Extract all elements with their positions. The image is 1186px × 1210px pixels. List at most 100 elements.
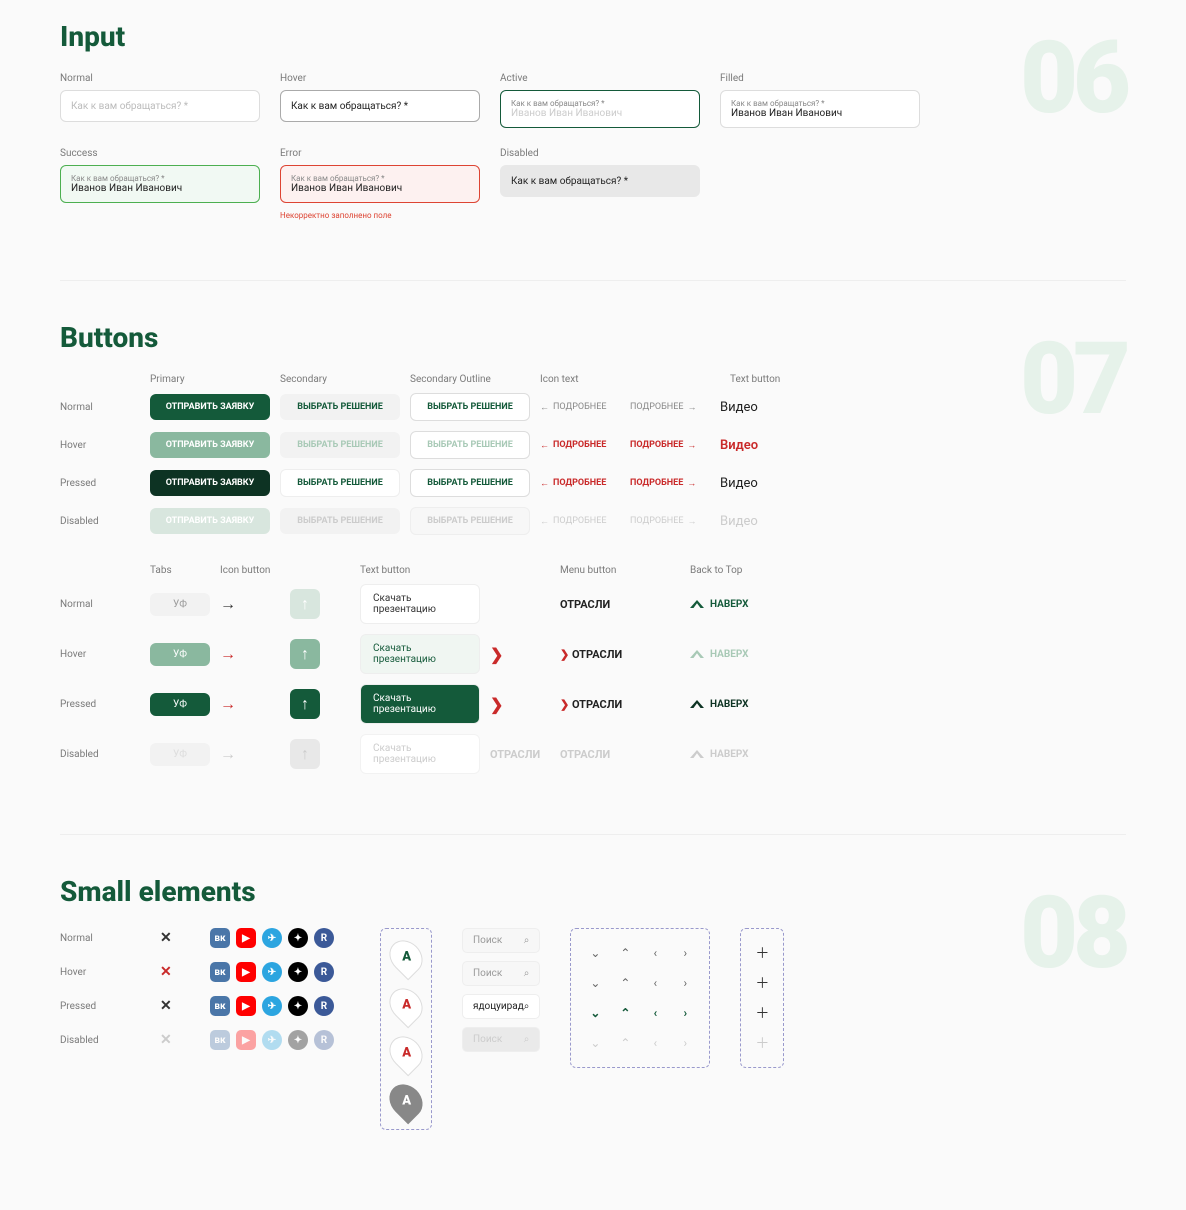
telegram-icon[interactable]: ✈ <box>262 962 282 982</box>
social-icons: вк ▶ ✈ ✦ R <box>210 1030 350 1050</box>
chevron-left-icon[interactable]: ‹ <box>654 946 658 960</box>
input-state-label: Normal <box>60 73 260 84</box>
square-up-button[interactable]: ↑ <box>290 639 320 669</box>
col-header-iconbtn: Icon button <box>220 565 280 576</box>
col-header-textbtn: Text button <box>360 565 480 576</box>
rutube-icon[interactable]: R <box>314 996 334 1016</box>
youtube-icon[interactable]: ▶ <box>236 962 256 982</box>
vk-icon[interactable]: вк <box>210 962 230 982</box>
map-pin-icon[interactable]: A <box>383 934 430 981</box>
outline-button[interactable]: ВЫБРАТЬ РЕШЕНИЕ <box>410 393 530 421</box>
secondary-button[interactable]: ВЫБРАТЬ РЕШЕНИЕ <box>280 394 400 420</box>
icon-text-right[interactable]: ПОДРОБНЕЕ → <box>630 440 710 451</box>
arrow-icon[interactable]: → <box>220 594 280 614</box>
chevron-left-icon[interactable]: ‹ <box>653 1006 657 1020</box>
close-icon: ✕ <box>160 1032 190 1048</box>
primary-button[interactable]: ОТПРАВИТЬ ЗАЯВКУ <box>150 470 270 496</box>
plus-icon[interactable]: ＋ <box>755 973 769 993</box>
menu-chevron-icon: ❯ <box>490 645 550 664</box>
download-button[interactable]: Скачать презентацию <box>360 684 480 724</box>
outline-button[interactable]: ВЫБРАТЬ РЕШЕНИЕ <box>410 469 530 497</box>
chevron-down-icon[interactable]: ⌄ <box>590 976 600 990</box>
search-icon: ⌕ <box>524 968 530 979</box>
download-button[interactable]: Скачать презентацию <box>360 584 480 624</box>
icon-text-left[interactable]: ← ПОДРОБНЕЕ <box>540 402 620 413</box>
text-button[interactable]: Видео <box>720 438 800 453</box>
square-up-button[interactable]: ↑ <box>290 589 320 619</box>
icon-text-left[interactable]: ← ПОДРОБНЕЕ <box>540 478 620 489</box>
input-success[interactable]: Как к вам обращаться? *Иванов Иван Ивано… <box>60 165 260 203</box>
download-button[interactable]: Скачать презентацию <box>360 634 480 674</box>
icon-text-right[interactable]: ПОДРОБНЕЕ → <box>630 402 710 413</box>
input-filled[interactable]: Как к вам обращаться? *Иванов Иван Ивано… <box>720 90 920 128</box>
chevron-up-icon[interactable]: ⌃ <box>620 1006 630 1020</box>
rutube-icon[interactable]: R <box>314 928 334 948</box>
outline-button[interactable]: ВЫБРАТЬ РЕШЕНИЕ <box>410 431 530 459</box>
dzen-icon[interactable]: ✦ <box>288 962 308 982</box>
section-number: 08 <box>1020 875 1126 992</box>
chevron-right-icon[interactable]: › <box>684 946 688 960</box>
chevron-right-icon[interactable]: › <box>684 1006 688 1020</box>
tab-button[interactable]: УФ <box>150 693 210 716</box>
input-error[interactable]: Как к вам обращаться? *Иванов Иван Ивано… <box>280 165 480 203</box>
telegram-icon: ✈ <box>262 1030 282 1050</box>
primary-button[interactable]: ОТПРАВИТЬ ЗАЯВКУ <box>150 394 270 420</box>
row-label: Hover <box>60 967 140 978</box>
plus-icon: ＋ <box>755 1033 769 1053</box>
telegram-icon[interactable]: ✈ <box>262 996 282 1016</box>
square-up-button[interactable]: ↑ <box>290 689 320 719</box>
arrow-icon[interactable]: → <box>220 644 280 664</box>
close-icon[interactable]: ✕ <box>160 998 190 1014</box>
chevron-right-icon[interactable]: › <box>684 976 688 990</box>
input-active[interactable]: Как к вам обращаться? *Иванов Иван Ивано… <box>500 90 700 128</box>
secondary-button[interactable]: ВЫБРАТЬ РЕШЕНИЕ <box>280 469 400 497</box>
chevron-up-icon[interactable]: ⌃ <box>620 976 630 990</box>
dzen-icon[interactable]: ✦ <box>288 928 308 948</box>
vk-icon[interactable]: вк <box>210 996 230 1016</box>
youtube-icon[interactable]: ▶ <box>236 928 256 948</box>
tab-button[interactable]: УФ <box>150 643 210 666</box>
secondary-button[interactable]: ВЫБРАТЬ РЕШЕНИЕ <box>280 432 400 458</box>
text-button[interactable]: Видео <box>720 476 800 491</box>
social-icons: вк ▶ ✈ ✦ R <box>210 962 350 982</box>
text-button[interactable]: Видео <box>720 400 800 415</box>
rutube-icon[interactable]: R <box>314 962 334 982</box>
search-input[interactable]: Поиск⌕ <box>462 928 540 953</box>
menu-button[interactable]: ОТРАСЛИ <box>560 648 680 661</box>
back-to-top[interactable]: НАВЕРХ <box>690 599 810 610</box>
chevron-left-icon: ‹ <box>654 1036 658 1050</box>
chevron-up-icon[interactable]: ⌃ <box>620 946 630 960</box>
primary-button[interactable]: ОТПРАВИТЬ ЗАЯВКУ <box>150 432 270 458</box>
input-normal[interactable]: Как к вам обращаться? * <box>60 90 260 122</box>
input-state-label: Filled <box>720 73 920 84</box>
dzen-icon[interactable]: ✦ <box>288 996 308 1016</box>
close-icon[interactable]: ✕ <box>160 930 190 946</box>
row-label: Pressed <box>60 699 140 710</box>
icon-text-left[interactable]: ← ПОДРОБНЕЕ <box>540 440 620 451</box>
tab-button[interactable]: УФ <box>150 593 210 616</box>
telegram-icon[interactable]: ✈ <box>262 928 282 948</box>
vk-icon[interactable]: вк <box>210 928 230 948</box>
rutube-icon: R <box>314 1030 334 1050</box>
icon-text-right[interactable]: ПОДРОБНЕЕ → <box>630 478 710 489</box>
plus-icon[interactable]: ＋ <box>755 943 769 963</box>
map-pin-icon[interactable]: A <box>383 982 430 1029</box>
chevron-down-icon[interactable]: ⌄ <box>590 946 600 960</box>
menu-button[interactable]: ОТРАСЛИ <box>560 698 680 711</box>
plus-icon[interactable]: ＋ <box>755 1003 769 1023</box>
youtube-icon[interactable]: ▶ <box>236 996 256 1016</box>
chevron-left-icon[interactable]: ‹ <box>654 976 658 990</box>
input-hover[interactable]: Как к вам обращаться? * <box>280 90 480 122</box>
col-header-secondary: Secondary <box>280 374 400 385</box>
back-to-top[interactable]: НАВЕРХ <box>690 649 810 660</box>
square-up-button: ↑ <box>290 739 320 769</box>
menu-button[interactable]: ОТРАСЛИ <box>560 598 680 611</box>
back-to-top[interactable]: НАВЕРХ <box>690 699 810 710</box>
chevron-up-icon <box>690 700 704 708</box>
chevron-down-icon[interactable]: ⌄ <box>590 1006 600 1020</box>
search-input[interactable]: Поиск⌕ <box>462 961 540 986</box>
map-pin-icon[interactable]: A <box>383 1030 430 1077</box>
search-input[interactable]: ядоцуирад⌕ <box>462 994 540 1019</box>
arrow-icon[interactable]: → <box>220 694 280 714</box>
close-icon[interactable]: ✕ <box>160 964 190 980</box>
